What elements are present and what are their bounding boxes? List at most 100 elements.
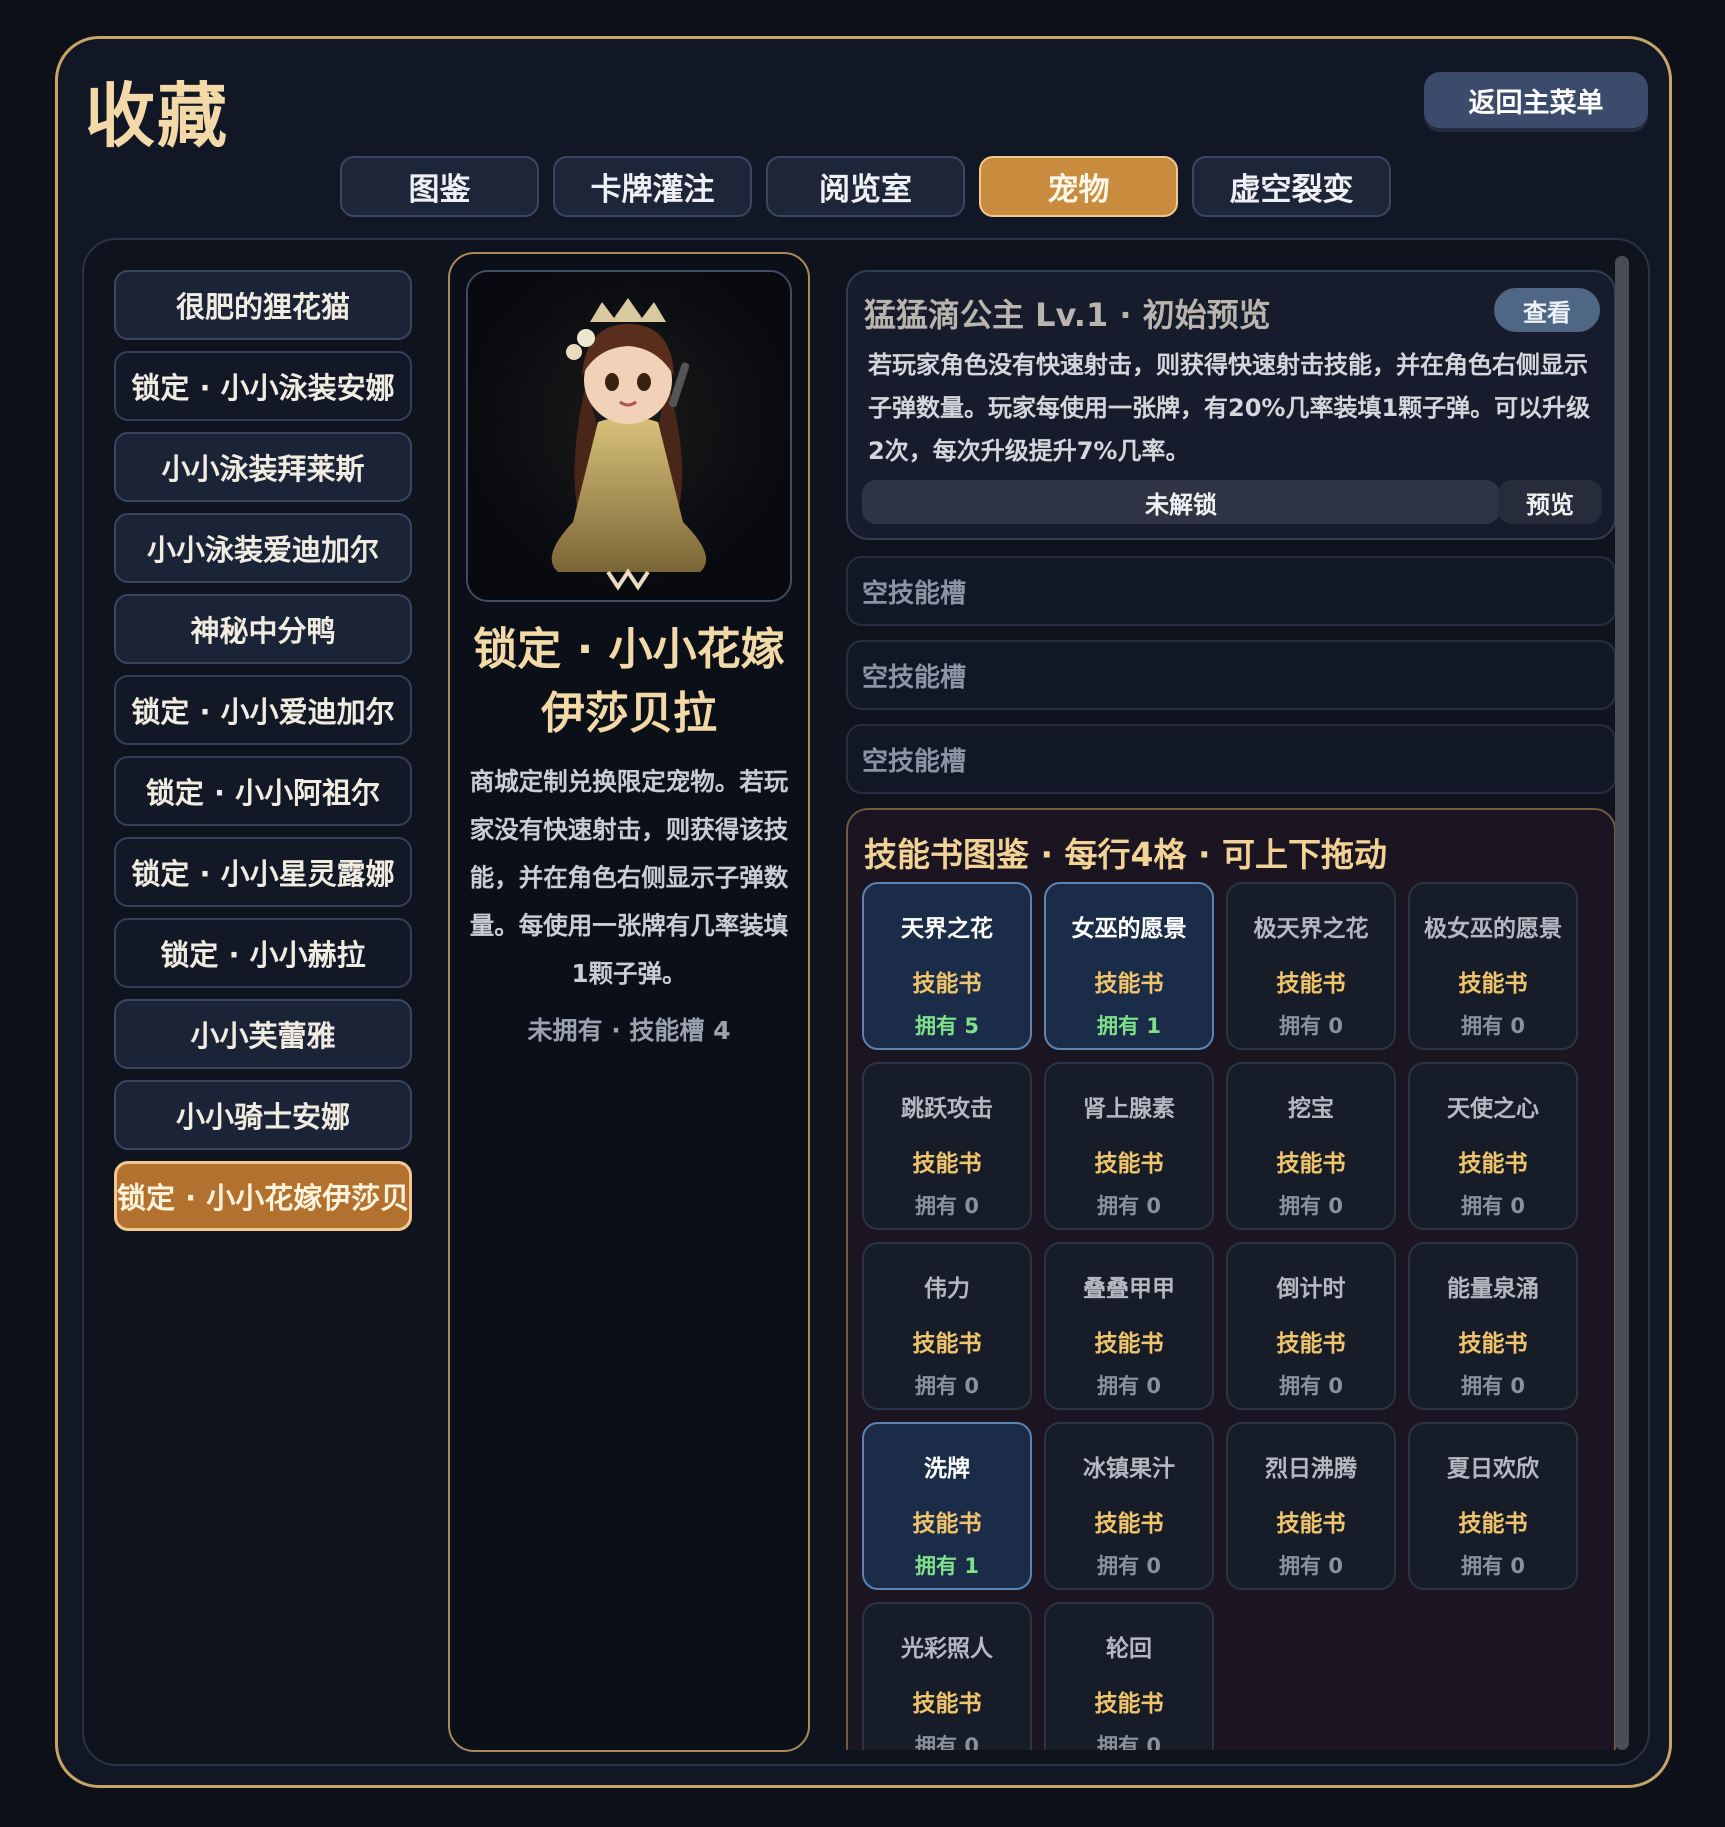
pet-list-item[interactable]: 锁定 · 小小阿祖尔: [114, 756, 412, 826]
pet-list-item[interactable]: 小小芙蕾雅: [114, 999, 412, 1069]
empty-skill-slot[interactable]: 空技能槽: [846, 556, 1616, 626]
skillbook-name: 光彩照人: [901, 1635, 993, 1662]
pet-list-item[interactable]: 小小骑士安娜: [114, 1080, 412, 1150]
skillbook-cell[interactable]: 天界之花技能书拥有 5: [862, 882, 1032, 1050]
view-button[interactable]: 查看: [1494, 288, 1600, 332]
unlock-status-bar: 未解锁: [862, 480, 1500, 524]
skillbook-cell[interactable]: 光彩照人技能书拥有 0: [862, 1602, 1032, 1750]
pet-list: 很肥的狸花猫 锁定 · 小小泳装安娜 小小泳装拜莱斯 小小泳装爱迪加尔 神秘中分…: [114, 270, 412, 1242]
tab-codex[interactable]: 图鉴: [340, 156, 539, 217]
skillbook-type-label: 技能书: [1094, 1331, 1164, 1357]
skillbook-grid: 天界之花 技能书 拥有 5 女巫的愿景 技能书 拥有 1 极天界之花 技能书 拥有 0 极女巫的愿…: [862, 882, 1578, 1750]
skillbook-cell[interactable]: 冰镇果汁技能书拥有 0: [1044, 1422, 1214, 1590]
pet-list-item[interactable]: 很肥的狸花猫: [114, 270, 412, 340]
skillbook-name: 烈日沸腾: [1265, 1455, 1357, 1482]
skillbook-owned-count: 拥有 0: [1461, 1554, 1525, 1578]
pet-list-item[interactable]: 小小泳装爱迪加尔: [114, 513, 412, 583]
skillbook-cell[interactable]: 女巫的愿景技能书拥有 1: [1044, 882, 1214, 1050]
pet-list-item[interactable]: 小小泳装拜莱斯: [114, 432, 412, 502]
skillbook-name: 极女巫的愿景: [1424, 915, 1562, 942]
skillbook-owned-count: 拥有 0: [1097, 1734, 1161, 1750]
pet-skill-card: 猛猛滴公主 Lv.1 · 初始预览 查看 若玩家角色没有快速射击，则获得快速射击…: [846, 270, 1616, 540]
skillbook-name: 能量泉涌: [1447, 1275, 1539, 1302]
skillbook-type-label: 技能书: [1094, 971, 1164, 997]
skillbook-cell[interactable]: 挖宝 技能书 拥有 0: [1226, 1062, 1396, 1230]
skillbook-cell[interactable]: 夏日欢欣 技能书 拥有 0: [1408, 1422, 1578, 1590]
skillbook-type-label: 技能书: [1094, 1511, 1164, 1537]
skill-description: 若玩家角色没有快速射击，则获得快速射击技能，并在角色右侧显示子弹数量。玩家每使用…: [868, 351, 1591, 465]
skillbook-type-label: 技能书: [1094, 1151, 1164, 1177]
skillbook-owned-count: 拥有 0: [1461, 1374, 1525, 1398]
skillbook-owned-count: 拥有 1: [915, 1554, 979, 1578]
skillbook-type-label: 技能书: [912, 1511, 982, 1537]
skillbook-owned-count: 拥有 0: [1279, 1194, 1343, 1218]
skillbook-owned-count: 拥有 5: [915, 1014, 979, 1038]
skill-title: 猛猛滴公主 Lv.1 · 初始预览: [864, 296, 1271, 334]
skillbook-codex-panel: 技能书图鉴 · 每行4格 · 可上下拖动 天界之花 技能书 拥有 5 女巫的愿景 技能书…: [846, 808, 1616, 1750]
skillbook-type-label: 技能书: [1458, 1511, 1528, 1537]
tab-void-fission[interactable]: 虚空裂变: [1192, 156, 1391, 217]
skillbook-cell[interactable]: 跳跃攻击技能书拥有 0: [862, 1062, 1032, 1230]
pet-list-item[interactable]: 锁定 · 小小泳装安娜: [114, 351, 412, 421]
skillbook-owned-count: 拥有 0: [915, 1734, 979, 1750]
skillbook-cell[interactable]: 天使之心 技能书 拥有 0: [1408, 1062, 1578, 1230]
skillbook-name: 冰镇果汁: [1083, 1455, 1175, 1482]
skillbook-cell[interactable]: 肾上腺素技能书拥有 0: [1044, 1062, 1214, 1230]
skillbook-name: 肾上腺素: [1083, 1095, 1175, 1122]
skillbook-cell[interactable]: 倒计时技能书拥有 0: [1226, 1242, 1396, 1410]
skillbook-name: 跳跃攻击: [901, 1095, 993, 1122]
skillbook-cell[interactable]: 伟力 技能书 拥有 0: [862, 1242, 1032, 1410]
skillbook-type-label: 技能书: [1276, 1331, 1346, 1357]
skillbook-cell[interactable]: 能量泉涌技能书拥有 0: [1408, 1242, 1578, 1410]
skillbook-type-label: 技能书: [912, 1151, 982, 1177]
skillbook-owned-count: 拥有 0: [1097, 1554, 1161, 1578]
skillbook-cell[interactable]: 烈日沸腾技能书拥有 0: [1226, 1422, 1396, 1590]
skillbook-owned-count: 拥有 0: [1279, 1554, 1343, 1578]
skillbook-cell[interactable]: 叠叠甲甲 技能书 拥有 0: [1044, 1242, 1214, 1410]
tab-card-infusion[interactable]: 卡牌灌注: [553, 156, 752, 217]
skillbook-name: 天界之花: [901, 915, 993, 942]
skillbook-owned-count: 拥有 0: [1279, 1014, 1343, 1038]
skillbook-type-label: 技能书: [1458, 1151, 1528, 1177]
skillbook-owned-count: 拥有 0: [1279, 1374, 1343, 1398]
skill-scroll-area[interactable]: 猛猛滴公主 Lv.1 · 初始预览 查看 若玩家角色没有快速射击，则获得快速射击…: [846, 270, 1616, 1750]
skillbook-name: 伟力: [924, 1275, 970, 1302]
skillbook-name: 女巫的愿景: [1071, 915, 1187, 942]
pet-name: 锁定 · 小小花嫁伊莎贝拉: [473, 624, 785, 739]
skillbook-cell[interactable]: 轮回技能书拥有 0: [1044, 1602, 1214, 1750]
skillbook-owned-count: 拥有 0: [1097, 1374, 1161, 1398]
pet-list-item[interactable]: 锁定 · 小小赫拉: [114, 918, 412, 988]
skillbook-name: 天使之心: [1447, 1095, 1539, 1122]
skillbook-cell[interactable]: 极天界之花 技能书 拥有 0: [1226, 882, 1396, 1050]
skillbook-codex-heading: 技能书图鉴 · 每行4格 · 可上下拖动: [864, 835, 1387, 874]
skillbook-owned-count: 拥有 1: [1097, 1014, 1161, 1038]
skillbook-name: 轮回: [1106, 1635, 1152, 1662]
skillbook-type-label: 技能书: [1276, 1151, 1346, 1177]
scrollbar[interactable]: [1615, 256, 1629, 1750]
skillbook-owned-count: 拥有 0: [1097, 1194, 1161, 1218]
empty-skill-slot[interactable]: 空技能槽: [846, 640, 1616, 710]
back-to-main-menu-button[interactable]: 返回主菜单: [1424, 72, 1648, 128]
skillbook-type-label: 技能书: [912, 1331, 982, 1357]
page-title: 收藏: [85, 75, 229, 157]
pet-list-item[interactable]: 神秘中分鸭: [114, 594, 412, 664]
skillbook-owned-count: 拥有 0: [915, 1194, 979, 1218]
skillbook-type-label: 技能书: [1458, 971, 1528, 997]
skillbook-name: 洗牌: [924, 1455, 970, 1482]
pet-list-item[interactable]: 锁定 · 小小爱迪加尔: [114, 675, 412, 745]
preview-button[interactable]: 预览: [1498, 480, 1602, 524]
skillbook-type-label: 技能书: [1458, 1331, 1528, 1357]
tab-bar: 图鉴 卡牌灌注 阅览室 宠物 虚空裂变: [340, 156, 1391, 217]
skillbook-cell[interactable]: 洗牌技能书拥有 1: [862, 1422, 1032, 1590]
empty-skill-slot[interactable]: 空技能槽: [846, 724, 1616, 794]
skillbook-name: 倒计时: [1276, 1275, 1346, 1302]
pet-list-item-selected[interactable]: 锁定 · 小小花嫁伊莎贝拉: [114, 1161, 412, 1231]
skillbook-type-label: 技能书: [1276, 1511, 1346, 1537]
skillbook-cell[interactable]: 极女巫的愿景 技能书 拥有 0: [1408, 882, 1578, 1050]
skillbook-type-label: 技能书: [1094, 1691, 1164, 1717]
tab-reading-room[interactable]: 阅览室: [766, 156, 965, 217]
tab-pets[interactable]: 宠物: [979, 156, 1178, 217]
skillbook-type-label: 技能书: [912, 971, 982, 997]
pet-list-item[interactable]: 锁定 · 小小星灵露娜: [114, 837, 412, 907]
skillbook-type-label: 技能书: [912, 1691, 982, 1717]
